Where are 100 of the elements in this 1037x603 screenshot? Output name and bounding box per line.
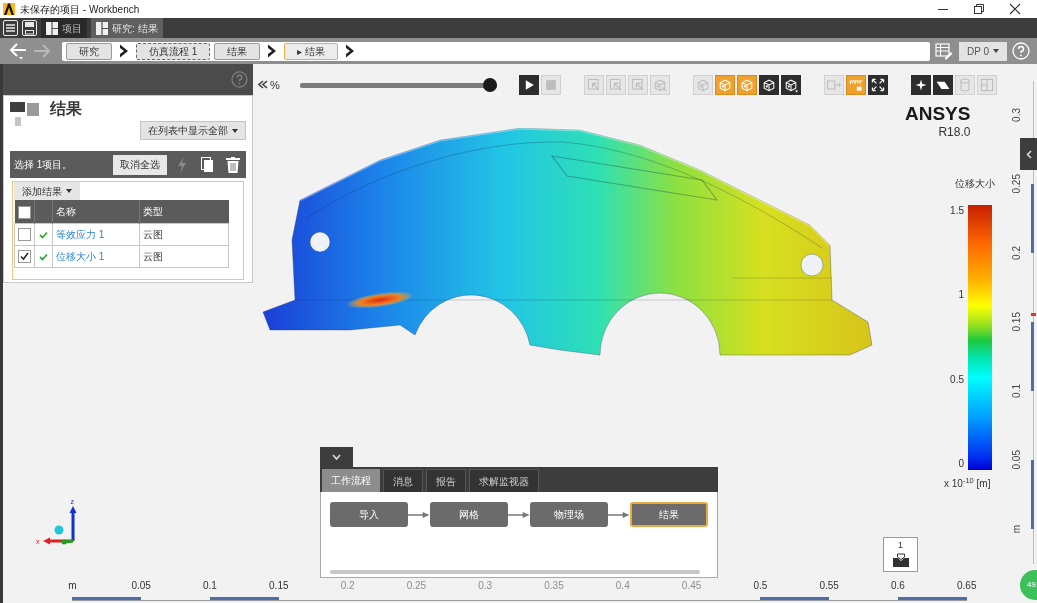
tab[interactable]: 求解监视器 <box>469 469 539 492</box>
workflow-step[interactable]: 结果 <box>629 502 709 527</box>
collapse-left-icon[interactable] <box>258 80 268 89</box>
column-header: 名称 <box>52 200 140 223</box>
legend-unit: x 10$^{-10}$ [m] <box>944 478 992 490</box>
y-axis-arrow <box>61 539 74 545</box>
legend-title: 位移大小 <box>954 178 996 190</box>
ruler-label: 0.1 <box>203 580 217 592</box>
result-name-link[interactable]: 等效应力 1 <box>52 223 140 245</box>
brand-name: ANSYS <box>905 103 971 125</box>
trash-icon[interactable] <box>226 156 240 173</box>
ruler-label: 0.4 <box>615 580 630 592</box>
box-cursor-icon <box>585 77 602 93</box>
chevron-left-icon <box>1025 149 1032 159</box>
chevron-right-icon <box>119 44 129 58</box>
flow-arrow <box>408 510 430 519</box>
breadcrumb-item[interactable]: ▸ 结果 <box>284 42 339 60</box>
design-point-dropdown[interactable]: DP 0 <box>958 41 1007 61</box>
table-cell: 云图 <box>139 245 229 267</box>
ruler-label: 0.3 <box>1012 108 1022 122</box>
ruler-segment <box>1031 322 1034 391</box>
toolbar-button[interactable] <box>932 75 953 95</box>
result-name-link[interactable]: 位移大小 1 <box>52 245 140 267</box>
checkbox[interactable] <box>18 250 31 264</box>
ruler-marker-icon <box>1031 312 1036 316</box>
tab[interactable]: 消息 <box>383 469 423 492</box>
ruler-label: 0.15 <box>1012 312 1022 332</box>
window-title: 未保存的项目 - Workbench <box>20 2 140 17</box>
legend-tick-label: 1 <box>958 289 964 302</box>
tab[interactable]: 项目 <box>41 18 87 38</box>
add-result-dropdown[interactable]: 添加结果 <box>14 182 80 200</box>
ruler-label: 0.5 <box>753 580 768 592</box>
chevron-right-icon <box>267 44 278 58</box>
ruler-segment <box>1031 184 1034 253</box>
ruler-label: 0.05 <box>1012 450 1022 470</box>
status-badge: 49 <box>1020 570 1037 600</box>
ruler-segment <box>1031 460 1034 529</box>
checkbox[interactable] <box>18 228 31 242</box>
column-header: 类型 <box>139 200 229 223</box>
z-axis-arrow <box>69 506 77 541</box>
view-box-button[interactable]: 1 <box>883 537 918 572</box>
menu-icon[interactable] <box>3 20 18 36</box>
toolbar-button[interactable] <box>518 75 539 95</box>
tab[interactable]: 报告 <box>426 469 466 492</box>
version-label: R18.0 <box>938 125 971 139</box>
flow-arrow <box>608 510 630 519</box>
sphere-icon <box>54 525 64 535</box>
caret-icon <box>993 49 999 53</box>
checkbox[interactable] <box>17 205 31 219</box>
chevron-down-icon <box>332 454 341 460</box>
ruler-label: 0.45 <box>681 580 702 592</box>
table-edit-icon[interactable] <box>934 42 953 60</box>
caret-icon <box>66 189 72 193</box>
ruler-label: 0.55 <box>819 580 839 592</box>
toolbar-button[interactable] <box>910 75 931 95</box>
deselect-all-button[interactable]: 取消全选 <box>113 154 167 175</box>
collapse-tab[interactable] <box>320 447 353 467</box>
workflow-step[interactable]: 物理场 <box>529 502 609 527</box>
ruler-label: 0.1 <box>1012 384 1022 398</box>
box-arrow-icon <box>825 77 842 93</box>
save-icon[interactable] <box>22 20 37 36</box>
tab[interactable]: 研究: 结果 <box>91 18 163 38</box>
show-all-dropdown[interactable]: 在列表中显示全部 <box>140 121 246 140</box>
ruler-label: 0.65 <box>957 580 977 592</box>
expand-icon <box>869 77 886 93</box>
help-icon[interactable] <box>231 71 248 88</box>
app-logo-icon <box>3 3 15 15</box>
slider-label: % <box>270 77 280 93</box>
restore-icon[interactable] <box>973 3 985 15</box>
legend-tick-label: 1.5 <box>950 205 964 217</box>
flow-arrow <box>508 510 530 519</box>
toolbar-button[interactable] <box>780 75 801 95</box>
horizontal-scrollbar[interactable] <box>330 570 700 574</box>
legend-tick-label: 0.5 <box>950 373 964 386</box>
copy-icon[interactable] <box>201 156 214 173</box>
toolbar-button[interactable] <box>867 75 888 95</box>
layout-icon <box>46 21 58 35</box>
selection-status: 选择 1项目。 <box>14 158 73 172</box>
slider-track[interactable] <box>299 78 497 92</box>
back-arrow-icon[interactable] <box>8 42 28 60</box>
ruler-label: 0.25 <box>1012 174 1022 194</box>
panel-title: 结果 <box>50 100 83 118</box>
collapse-tab[interactable] <box>1020 138 1037 170</box>
caret-icon <box>232 128 238 133</box>
ruler-label: m <box>1012 524 1022 534</box>
toolbar-button[interactable] <box>758 75 779 95</box>
slider-thumb[interactable] <box>482 78 497 92</box>
ruler-label: 0.3 <box>478 580 493 592</box>
ruler-label: m <box>68 580 77 592</box>
workflow-step[interactable]: 导入 <box>330 502 409 527</box>
breadcrumb-item[interactable]: 仿真流程 1 <box>136 42 211 60</box>
workflow-step[interactable]: 网格 <box>429 502 509 527</box>
box-icon <box>891 553 910 567</box>
ruler-label: 0.6 <box>891 580 905 592</box>
breadcrumb-item[interactable]: 研究 <box>66 42 112 60</box>
ruler-icon <box>847 77 864 93</box>
legend-tick-label: 0 <box>958 458 964 470</box>
close-icon[interactable] <box>1009 3 1021 15</box>
ruler-label: 0.05 <box>131 580 151 592</box>
breadcrumb-item[interactable]: 结果 <box>214 42 261 60</box>
